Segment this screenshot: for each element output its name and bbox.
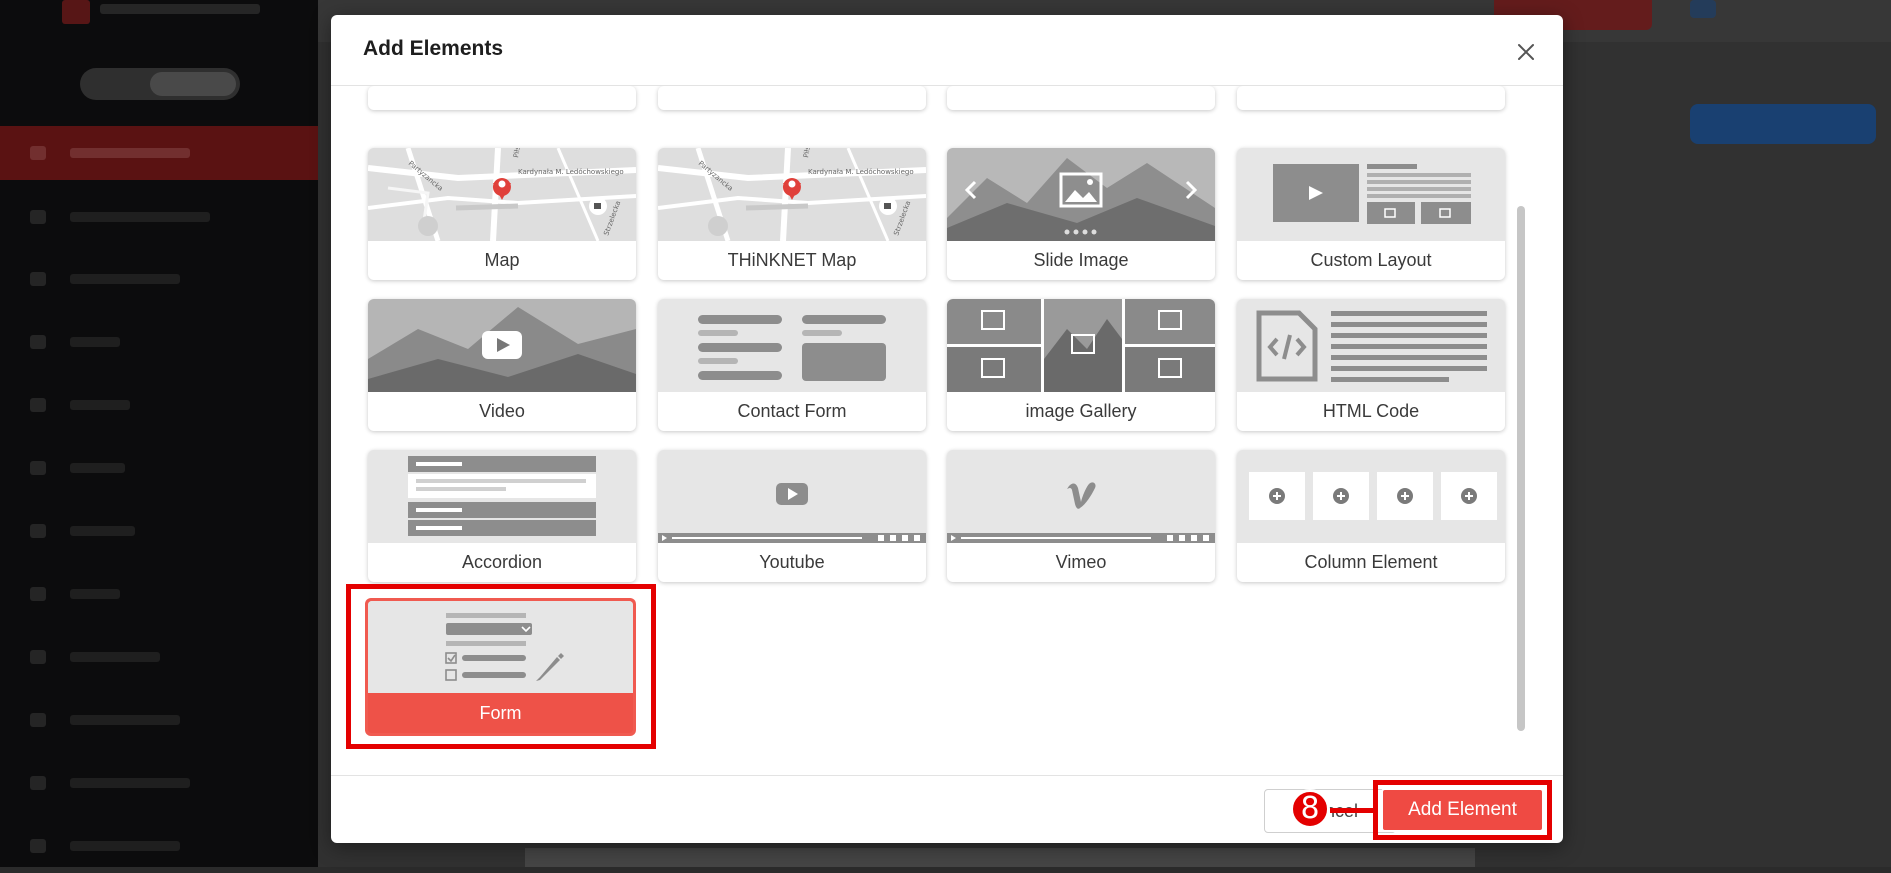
element-label: Custom Layout bbox=[1310, 250, 1432, 270]
element-card-contact-form[interactable]: Contact Form bbox=[658, 299, 926, 431]
custom-layout-thumbnail-icon bbox=[1237, 148, 1505, 241]
map-thumbnail-icon: Kardynała M. Ledóchowskiego Partyzancka … bbox=[368, 148, 636, 241]
add-element-button[interactable]: Add Element bbox=[1381, 788, 1544, 832]
element-card-column-element[interactable]: Column Element bbox=[1237, 450, 1505, 582]
element-label: HTML Code bbox=[1322, 401, 1420, 421]
accordion-thumbnail-icon bbox=[368, 450, 636, 543]
video-thumbnail-icon bbox=[368, 299, 636, 392]
map-thumbnail-icon: Kardynała M. Ledóchowskiego Partyzancka … bbox=[658, 148, 926, 241]
element-label: Column Element bbox=[1304, 552, 1438, 572]
image-gallery-thumbnail-icon bbox=[947, 299, 1215, 392]
element-label: Accordion bbox=[461, 552, 543, 572]
step-connector bbox=[1330, 808, 1378, 813]
map-street-label: Kardynała M. Ledóchowskiego bbox=[808, 168, 914, 176]
element-card-html-code[interactable]: HTML Code bbox=[1237, 299, 1505, 431]
form-highlight-box bbox=[346, 584, 656, 749]
map-street-label: Kardynała M. Ledóchowskiego bbox=[518, 168, 624, 176]
element-label: Map bbox=[484, 250, 520, 270]
element-label: image Gallery bbox=[1025, 401, 1137, 421]
element-card-slide-image[interactable]: Slide Image bbox=[947, 148, 1215, 280]
html-code-thumbnail-icon bbox=[1237, 299, 1505, 392]
element-label: Video bbox=[479, 401, 525, 421]
modal-header: Add Elements bbox=[331, 15, 1563, 86]
vimeo-thumbnail-icon bbox=[947, 450, 1215, 543]
contact-form-thumbnail-icon bbox=[658, 299, 926, 392]
element-card-partial[interactable] bbox=[1237, 86, 1505, 110]
element-label: Vimeo bbox=[1055, 552, 1107, 572]
element-card-image-gallery[interactable]: image Gallery bbox=[947, 299, 1215, 431]
close-icon[interactable] bbox=[1513, 39, 1539, 65]
element-label: Slide Image bbox=[1033, 250, 1129, 270]
column-element-thumbnail-icon bbox=[1237, 450, 1505, 543]
element-card-partial[interactable] bbox=[658, 86, 926, 110]
element-card-youtube[interactable]: Youtube bbox=[658, 450, 926, 582]
element-card-accordion[interactable]: Accordion bbox=[368, 450, 636, 582]
element-label: Contact Form bbox=[737, 401, 847, 421]
scrollbar-thumb[interactable] bbox=[1517, 206, 1525, 731]
element-card-thinknet-map[interactable]: Kardynała M. Ledóchowskiego Partyzancka … bbox=[658, 148, 926, 280]
element-label: Youtube bbox=[759, 552, 825, 572]
element-card-video[interactable]: Video bbox=[368, 299, 636, 431]
element-card-vimeo[interactable]: Vimeo bbox=[947, 450, 1215, 582]
modal-title: Add Elements bbox=[363, 37, 504, 60]
element-card-partial[interactable] bbox=[947, 86, 1215, 110]
youtube-thumbnail-icon bbox=[658, 450, 926, 543]
step-badge: 8 bbox=[1290, 789, 1330, 829]
element-card-custom-layout[interactable]: Custom Layout bbox=[1237, 148, 1505, 280]
slide-image-thumbnail-icon bbox=[947, 148, 1215, 241]
element-card-map[interactable]: Kardynała M. Ledóchowskiego Partyzancka … bbox=[368, 148, 636, 280]
element-label: THiNKNET Map bbox=[727, 250, 857, 270]
element-card-partial[interactable] bbox=[368, 86, 636, 110]
